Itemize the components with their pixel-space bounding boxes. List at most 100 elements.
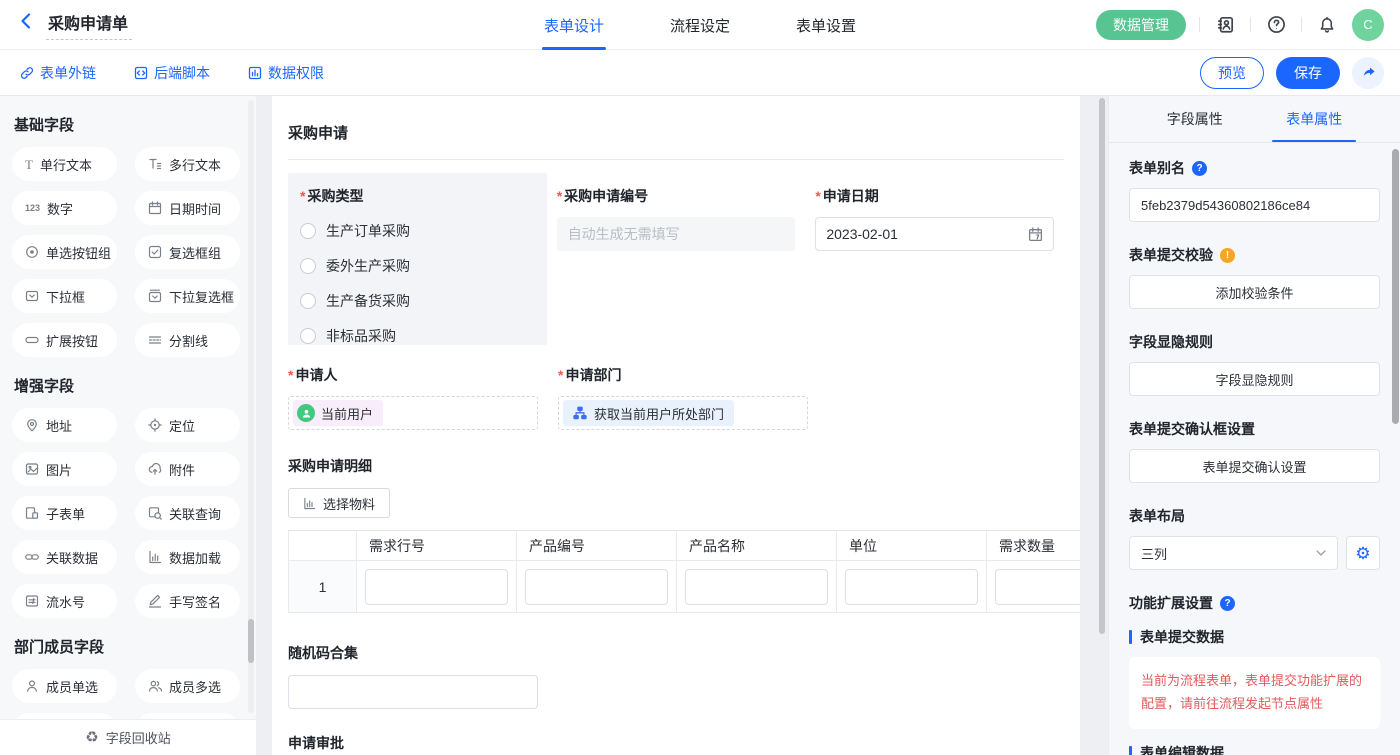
add-validation-button[interactable]: 添加校验条件: [1129, 275, 1380, 309]
purchase-detail-label: 采购申请明细: [288, 456, 1064, 476]
visibility-rules-button[interactable]: 字段显隐规则: [1129, 362, 1380, 396]
page-title[interactable]: 采购申请单: [46, 10, 132, 40]
applicant-value-box[interactable]: 当前用户: [288, 396, 538, 430]
form-alias-input[interactable]: 5feb2379d54360802186ce84: [1129, 188, 1380, 222]
field-item-dropdown-multi[interactable]: 下拉复选框: [135, 279, 240, 313]
section-marker: [1129, 630, 1132, 644]
cell-input-product-name[interactable]: [685, 569, 828, 605]
cell-input-req-qty[interactable]: [995, 569, 1080, 605]
tab-flow-setting[interactable]: 流程设定: [668, 0, 732, 50]
tab-form-design[interactable]: 表单设计: [542, 0, 606, 50]
confirm-box-button[interactable]: 表单提交确认设置: [1129, 449, 1380, 483]
cell-input-unit[interactable]: [845, 569, 978, 605]
layout-select[interactable]: 三列: [1129, 536, 1338, 570]
flow-form-warning: 当前为流程表单，表单提交功能扩展的配置，请前往流程发起节点属性: [1129, 657, 1380, 729]
field-item-location[interactable]: 定位: [135, 408, 240, 442]
back-icon[interactable]: [18, 12, 34, 30]
layout-settings-button[interactable]: ⚙: [1346, 536, 1380, 570]
tab-form-properties[interactable]: 表单属性: [1278, 96, 1350, 142]
top-header: 采购申请单 表单设计 流程设定 表单设置 数据管理 C: [0, 0, 1400, 50]
field-item-related-data[interactable]: 关联数据: [12, 540, 117, 574]
field-item-single-line-text[interactable]: T单行文本: [12, 147, 117, 181]
backend-script-link[interactable]: 后端脚本: [134, 63, 210, 83]
data-permission-link[interactable]: 数据权限: [248, 63, 324, 83]
field-item-member-single[interactable]: 成员单选: [12, 669, 117, 703]
field-item-data-load[interactable]: 数据加载: [135, 540, 240, 574]
apply-date-input[interactable]: 2023-02-01: [815, 217, 1054, 251]
radio-option[interactable]: 委外生产采购: [300, 256, 535, 276]
preview-button[interactable]: 预览: [1200, 57, 1264, 89]
cell-input-product-no[interactable]: [525, 569, 668, 605]
radio-circle[interactable]: [300, 328, 316, 344]
field-approval-section[interactable]: 申请审批: [288, 733, 1064, 755]
radio-circle[interactable]: [300, 223, 316, 239]
field-item-divider[interactable]: 分割线: [135, 323, 240, 357]
share-button[interactable]: [1352, 57, 1384, 89]
field-random-code[interactable]: 随机码合集: [288, 643, 1064, 709]
field-item-datetime[interactable]: 日期时间: [135, 191, 240, 225]
form-external-link[interactable]: 表单外链: [20, 63, 96, 83]
data-manage-button[interactable]: 数据管理: [1096, 10, 1186, 40]
canvas-scrollbar-thumb[interactable]: [1099, 98, 1105, 634]
cell-input-req-line-no[interactable]: [365, 569, 508, 605]
field-item-radio-group[interactable]: 单选按钮组: [12, 235, 117, 269]
help-question-icon[interactable]: ?: [1192, 161, 1207, 176]
org-tree-icon: [573, 406, 587, 420]
radio-circle[interactable]: [300, 293, 316, 309]
tab-field-properties[interactable]: 字段属性: [1159, 96, 1231, 142]
field-item-member-multi[interactable]: 成员多选: [135, 669, 240, 703]
permission-icon: [248, 66, 262, 80]
field-item-attachment[interactable]: 附件: [135, 452, 240, 486]
field-apply-dept[interactable]: *申请部门 获取当前用户所处部门: [548, 365, 808, 430]
field-item-address[interactable]: 地址: [12, 408, 117, 442]
calendar-icon: [148, 201, 162, 215]
field-purchase-no[interactable]: *采购申请编号 自动生成无需填写: [547, 173, 806, 345]
select-material-button[interactable]: 选择物料: [288, 488, 390, 518]
notification-bell-icon[interactable]: [1315, 13, 1339, 37]
random-code-input[interactable]: [288, 675, 538, 709]
field-purchase-type[interactable]: *采购类型 生产订单采购 委外生产采购 生产备货采购 非标品采购: [288, 173, 547, 345]
field-item-multi-line-text[interactable]: 多行文本: [135, 147, 240, 181]
tab-form-setting[interactable]: 表单设置: [794, 0, 858, 50]
field-item-image[interactable]: 图片: [12, 452, 117, 486]
radio-circle[interactable]: [300, 258, 316, 274]
save-button[interactable]: 保存: [1276, 57, 1340, 89]
field-item-signature[interactable]: 手写签名: [135, 584, 240, 618]
confirm-box-label: 表单提交确认框设置: [1129, 419, 1255, 439]
user-avatar[interactable]: C: [1352, 9, 1384, 41]
section-title-enhanced-fields: 增强字段: [14, 375, 256, 396]
field-item-serial-number[interactable]: 流水号: [12, 584, 117, 618]
panel-scrollbar-thumb[interactable]: [1392, 149, 1399, 424]
field-item-dropdown[interactable]: 下拉框: [12, 279, 117, 313]
field-item-extend-button[interactable]: 扩展按钮: [12, 323, 117, 357]
dropdown-icon: [25, 289, 39, 303]
radio-option[interactable]: 非标品采购: [300, 326, 535, 346]
field-applicant[interactable]: *申请人 当前用户: [288, 365, 548, 430]
form-designer-app: 采购申请单 表单设计 流程设定 表单设置 数据管理 C: [0, 0, 1400, 755]
form-alias-section: 表单别名? 5feb2379d54360802186ce84: [1129, 158, 1380, 222]
form-toolbar: 表单外链 后端脚本 数据权限 预览 保存: [0, 50, 1400, 96]
image-icon: [25, 462, 39, 476]
radio-option[interactable]: 生产订单采购: [300, 221, 535, 241]
crosshair-icon: [148, 418, 162, 432]
field-item-number[interactable]: 123数字: [12, 191, 117, 225]
section-marker: [1129, 746, 1132, 755]
apply-dept-value-box[interactable]: 获取当前用户所处部门: [558, 396, 808, 430]
visibility-rules-label: 字段显隐规则: [1129, 332, 1213, 352]
field-item-related-query[interactable]: 关联查询: [135, 496, 240, 530]
single-line-text-icon: T: [25, 158, 33, 171]
field-item-checkbox-group[interactable]: 复选框组: [135, 235, 240, 269]
calendar-icon: [1028, 227, 1043, 242]
purchase-no-input[interactable]: 自动生成无需填写: [557, 217, 796, 251]
field-item-subform[interactable]: 子表单: [12, 496, 117, 530]
radio-option[interactable]: 生产备货采购: [300, 291, 535, 311]
field-purchase-detail[interactable]: 采购申请明细 选择物料 需求行号 产品编号 产品名称: [288, 456, 1064, 613]
field-recycle-bin[interactable]: ♻ 字段回收站: [0, 719, 256, 755]
help-icon[interactable]: [1264, 13, 1288, 37]
current-user-tag: 当前用户: [293, 400, 383, 426]
sidebar-scrollbar-thumb[interactable]: [248, 619, 254, 663]
contact-book-icon[interactable]: [1213, 13, 1237, 37]
link-icon: [20, 66, 34, 80]
help-question-icon[interactable]: ?: [1220, 596, 1235, 611]
field-apply-date[interactable]: *申请日期 2023-02-01: [805, 173, 1064, 345]
